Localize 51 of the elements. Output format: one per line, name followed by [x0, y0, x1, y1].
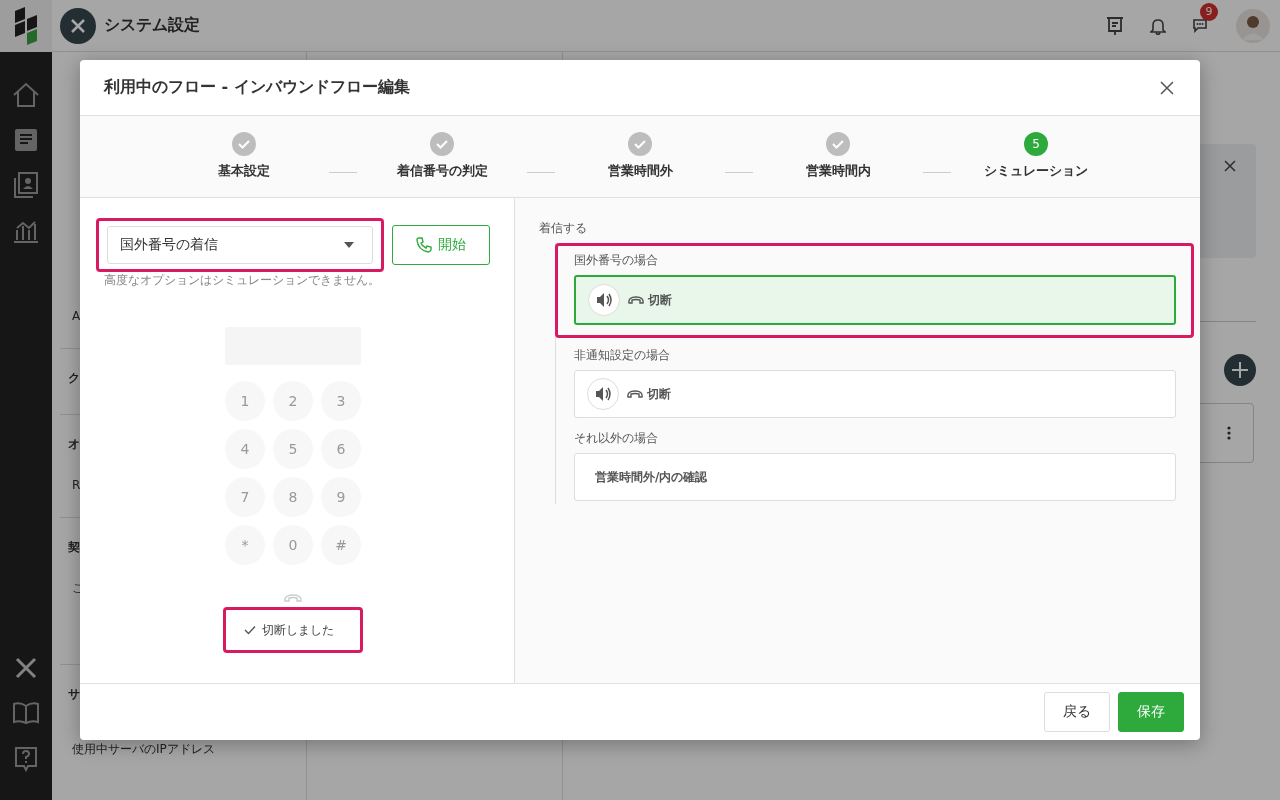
check-icon — [244, 625, 256, 635]
start-button[interactable]: 開始 — [392, 225, 490, 265]
step-label: 着信番号の判定 — [396, 162, 488, 180]
step-label: 営業時間内 — [805, 162, 871, 180]
phone-icon — [416, 237, 432, 253]
hang-up-icon — [628, 296, 644, 304]
close-icon[interactable] — [1224, 160, 1236, 172]
book-icon[interactable] — [13, 702, 39, 724]
action-card[interactable]: 切断 — [574, 275, 1176, 325]
bell-icon[interactable] — [1150, 16, 1166, 35]
scenario-select[interactable]: 国外番号の着信 — [107, 226, 373, 264]
page-title: システム設定 — [104, 15, 200, 36]
flow-root-label: 着信する — [539, 220, 588, 237]
presentation-board-icon[interactable] — [1106, 15, 1124, 36]
menu-section-title: オ — [68, 437, 80, 451]
save-button[interactable]: 保存 — [1118, 692, 1184, 732]
hang-up-icon — [627, 390, 643, 398]
menu-section-title: 契 — [68, 540, 80, 554]
action-label: 切断 — [648, 291, 672, 309]
logo-icon — [13, 7, 39, 45]
inbox-list-icon[interactable] — [14, 128, 38, 152]
home-icon[interactable] — [12, 82, 40, 108]
condition-label: 非通知設定の場合 — [574, 347, 671, 364]
contact-card-icon[interactable] — [14, 172, 38, 198]
step-label: シミュレーション — [984, 162, 1088, 180]
dialog-title: 利用中のフロー - インバウンドフロー編集 — [104, 77, 410, 98]
step-number: 5 — [1024, 132, 1048, 156]
back-button[interactable]: 戻る — [1044, 692, 1110, 732]
menu-section-title: ク — [68, 371, 80, 385]
chat-icon[interactable] — [1192, 16, 1210, 35]
notification-badge: 9 — [1200, 2, 1218, 21]
chart-icon[interactable] — [12, 218, 40, 244]
action-label: 営業時間外/内の確認 — [595, 468, 708, 486]
step-label: 基本設定 — [218, 162, 270, 180]
help-icon[interactable] — [14, 746, 38, 772]
action-label: 切断 — [647, 385, 671, 403]
close-icon[interactable] — [1160, 80, 1174, 95]
more-icon[interactable] — [1227, 426, 1231, 440]
status-text: 切断しました — [262, 621, 334, 639]
note-text: 高度なオプションはシミュレーションできません。 — [103, 272, 381, 289]
condition-label: 国外番号の場合 — [574, 252, 659, 269]
speaker-icon[interactable] — [588, 284, 620, 316]
action-card[interactable]: 切断 — [574, 370, 1176, 418]
avatar[interactable] — [1236, 8, 1270, 43]
condition-label: それ以外の場合 — [574, 430, 659, 447]
add-icon[interactable] — [1224, 354, 1256, 386]
menu-section-title: サ — [68, 687, 80, 701]
action-card[interactable]: 営業時間外/内の確認 — [574, 453, 1176, 501]
step-label: 営業時間外 — [607, 162, 673, 180]
dropdown-caret-icon — [344, 242, 354, 248]
speaker-icon[interactable] — [587, 378, 619, 410]
